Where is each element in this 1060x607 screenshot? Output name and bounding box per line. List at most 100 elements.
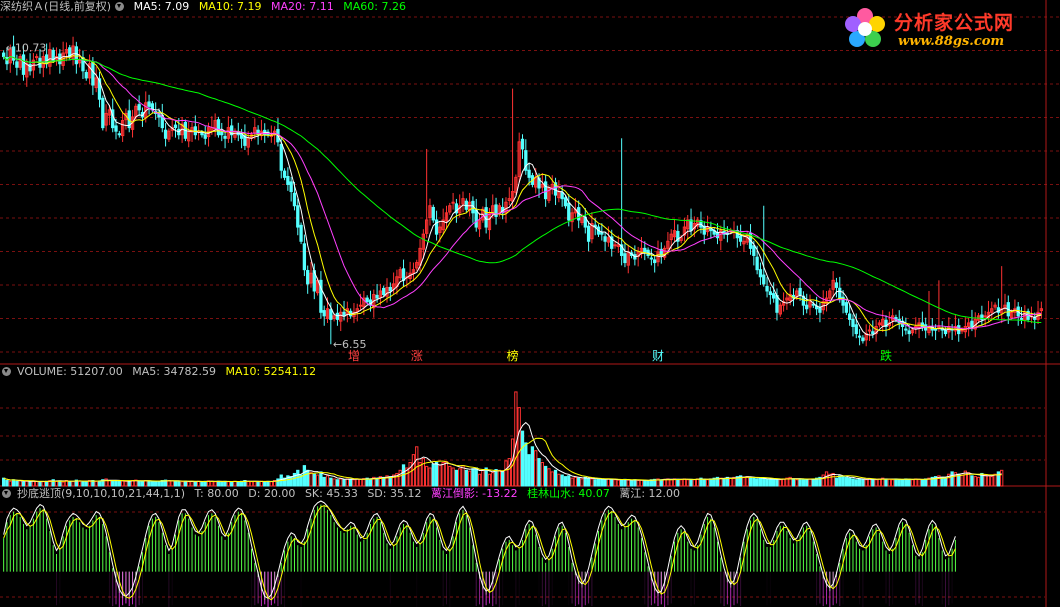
volume-bar: [226, 481, 231, 487]
price-candle: [147, 101, 151, 107]
volume-bar: [501, 471, 505, 487]
volume-bar: [904, 478, 908, 487]
volume-bar: [107, 480, 112, 487]
indicator-name: 抄底逃顶(9,10,10,10,21,44,1,1): [17, 487, 186, 500]
volume-bar: [824, 471, 829, 487]
volume-bar: [154, 481, 158, 487]
volume-bar: [296, 469, 300, 487]
volume-bar: [312, 473, 316, 487]
chevron-down-icon[interactable]: [115, 2, 125, 11]
price-candle: [848, 313, 852, 320]
volume-bar: [596, 478, 601, 487]
volume-bar: [484, 467, 488, 487]
volume-bar: [543, 465, 548, 487]
price-candle: [844, 302, 849, 313]
volume-bar: [425, 465, 429, 487]
price-candle: [302, 243, 307, 271]
volume-bar: [729, 477, 733, 487]
price-candle: [838, 287, 842, 299]
volume-bar: [94, 480, 98, 487]
price-candle: [567, 202, 571, 221]
chevron-down-icon[interactable]: [2, 367, 11, 376]
price-candle: [35, 56, 39, 59]
volume-bar: [616, 479, 620, 487]
volume-bar: [781, 478, 786, 487]
volume-bar: [81, 481, 85, 487]
volume-bar: [643, 480, 647, 487]
price-candle: [768, 291, 773, 296]
price-candle: [21, 54, 26, 75]
volume-bar: [821, 474, 825, 487]
volume-bar: [140, 480, 145, 487]
price-candle: [200, 132, 204, 136]
volume-bar: [877, 478, 882, 487]
price-candle: [74, 46, 79, 65]
volume-bar: [309, 472, 313, 487]
ma20-legend: MA20: 7.11: [271, 0, 334, 13]
volume-bar: [325, 475, 330, 487]
volume-bar: [709, 478, 713, 487]
price-candle: [762, 274, 766, 285]
volume-bar: [1000, 469, 1004, 487]
volume-bar: [910, 479, 915, 487]
price-candle: [943, 329, 948, 335]
price-candle: [937, 325, 941, 328]
volume-bar: [269, 481, 273, 487]
volume-bar: [345, 478, 350, 487]
volume-bar: [514, 391, 518, 487]
volume-bar: [448, 465, 452, 487]
price-candle: [543, 181, 548, 200]
volume-bar: [127, 480, 131, 487]
volume-bar: [603, 479, 607, 487]
price-candle: [867, 329, 872, 332]
price-candle: [1, 52, 6, 58]
volume-bar: [451, 467, 455, 487]
volume-bar: [871, 478, 875, 487]
volume-bar: [170, 480, 174, 487]
volume-bar: [534, 450, 538, 487]
volume-bar: [193, 481, 197, 487]
volume-bar: [471, 468, 475, 487]
volume-bar: [801, 478, 806, 487]
volume-bar: [705, 479, 710, 487]
volume-bar: [805, 479, 809, 487]
volume-bar: [11, 479, 16, 487]
volume-bar: [990, 476, 994, 487]
volume-bar: [831, 472, 835, 487]
main-chart-header: 深纺织Ａ(日线,前复权) MA5: 7.09 MA10: 7.19 MA20: …: [0, 0, 412, 14]
volume-bar: [348, 478, 353, 487]
volume-bar: [550, 471, 554, 487]
volume-bar: [342, 479, 346, 487]
volume-bar: [745, 476, 749, 487]
chevron-down-icon[interactable]: [2, 489, 11, 498]
price-candle: [91, 61, 95, 86]
price-candle: [292, 192, 297, 207]
volume-bar: [114, 480, 118, 487]
volume-bar: [864, 479, 868, 487]
stock-chart: ←10.73←6.55增涨榜财跌: [0, 0, 1060, 607]
flower-logo-icon: [845, 8, 885, 47]
volume-bar: [917, 478, 921, 487]
site-logo: 分析家公式网 www.88gs.com: [842, 2, 1052, 58]
annotation-label: 财: [652, 349, 664, 363]
price-candle: [758, 269, 763, 278]
volume-bar: [216, 480, 221, 487]
volume-value: VOLUME: 51207.00: [17, 365, 123, 378]
volume-bar: [329, 477, 333, 487]
indicator-line2: 桂林山水: 40.07: [527, 487, 610, 500]
price-candle: [904, 328, 908, 331]
volume-bar: [187, 481, 191, 487]
volume-bar: [358, 478, 363, 487]
volume-bar: [398, 469, 402, 487]
volume-bar: [560, 474, 564, 487]
price-candle: [279, 143, 283, 171]
volume-bar: [289, 476, 293, 487]
volume-bar: [762, 478, 766, 487]
volume-bar: [702, 478, 706, 487]
indicator-sd: SD: 35.12: [367, 487, 422, 500]
price-candle: [289, 181, 293, 193]
volume-bar: [679, 479, 683, 487]
ma5-line: [3, 53, 1042, 336]
annotation-label: 榜: [507, 348, 519, 363]
volume-bar: [322, 476, 326, 487]
